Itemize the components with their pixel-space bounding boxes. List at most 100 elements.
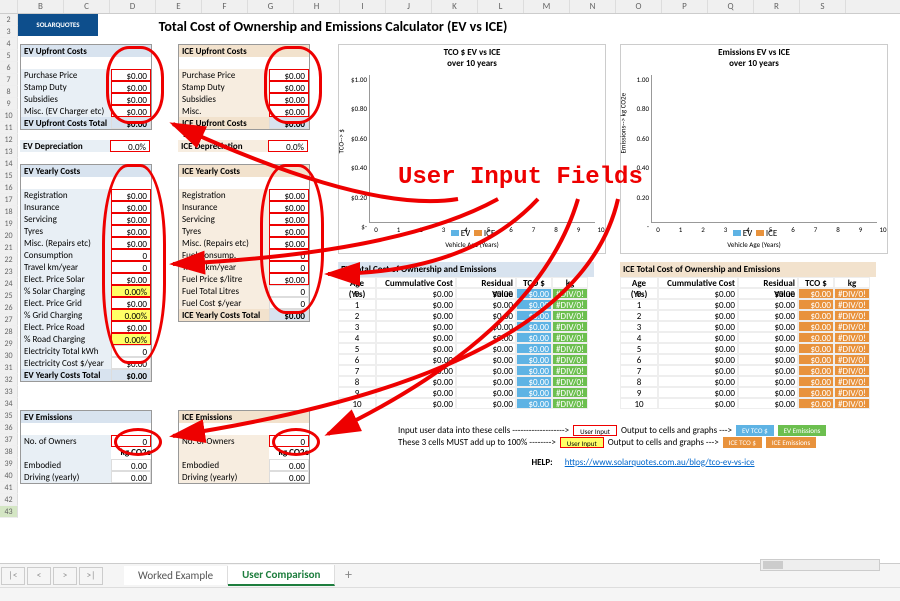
cost-input[interactable]: $0.00	[269, 273, 309, 285]
cost-label: Stamp Duty	[179, 81, 269, 93]
tab-last-button[interactable]: >|	[79, 567, 103, 585]
cost-input[interactable]: 0.00%	[111, 285, 151, 297]
cost-input[interactable]: $0.00	[111, 321, 151, 333]
cost-input[interactable]: 0	[269, 249, 309, 261]
ice-upfront-box: ICE Upfront Costs Purchase Price$0.00Sta…	[178, 44, 310, 130]
cost-input[interactable]: $0.00	[269, 105, 309, 117]
cost-input[interactable]: $0.00	[269, 189, 309, 201]
tab-next-button[interactable]: >	[53, 567, 77, 585]
cost-label: Servicing	[21, 213, 111, 225]
cost-input[interactable]: $0.00	[111, 225, 151, 237]
cost-input[interactable]: $0.00	[111, 213, 151, 225]
tab-worked-example[interactable]: Worked Example	[124, 566, 228, 585]
ice-upfront-total-label: ICE Upfront Costs Total	[179, 117, 269, 129]
add-sheet-button[interactable]: +	[336, 567, 360, 585]
cost-label: Fuel Price $/litre	[179, 273, 269, 285]
help-input-text: Input user data into these cells -------…	[398, 425, 569, 436]
cost-input[interactable]: $0.00	[111, 237, 151, 249]
cost-input[interactable]: $0.00	[269, 213, 309, 225]
cost-label: % Solar Charging	[21, 285, 111, 297]
help-legend: Input user data into these cells -------…	[398, 424, 888, 468]
ev-dep-input[interactable]: 0.0%	[110, 140, 150, 152]
table-row: 7$0.00$0.00$0.00#DIV/0!	[338, 365, 594, 376]
cost-label: Servicing	[179, 213, 269, 225]
ice-embodied-value: 0.00	[269, 459, 309, 471]
tab-prev-button[interactable]: <	[27, 567, 51, 585]
cost-input[interactable]: $0.00	[269, 93, 309, 105]
cost-label: % Road Charging	[21, 333, 111, 345]
cost-input[interactable]: $0.00	[111, 189, 151, 201]
cost-input[interactable]: $0.00	[111, 69, 151, 81]
cost-label: Stamp Duty	[21, 81, 111, 93]
sheet-tabs: |< < > >| Worked Example User Comparison…	[0, 563, 900, 587]
ev-tco-table-header: EV Total Cost of Ownership and Emissions	[338, 262, 594, 277]
cost-input[interactable]: 0	[111, 261, 151, 273]
emissions-chart[interactable]: Emissions EV vs ICEover 10 years 1.000.8…	[620, 44, 888, 254]
ice-dep-label: ICE Depreciation	[178, 140, 268, 152]
cost-label: Insurance	[179, 201, 269, 213]
ice-upfront-total-value: $0.00	[269, 117, 309, 129]
help-3cells-text: These 3 cells MUST add up to 100% ------…	[398, 437, 556, 448]
ice-tco-chip: ICE TCO $	[723, 437, 762, 448]
table-row: 0$0.00$0.00$0.00#DIV/0!	[620, 288, 876, 299]
cost-input[interactable]: $0.00	[269, 237, 309, 249]
cost-label: Consumption kWh/100	[21, 249, 111, 261]
table-row: 10$0.00$0.00$0.00#DIV/0!	[338, 398, 594, 409]
table-row: 5$0.00$0.00$0.00#DIV/0!	[338, 343, 594, 354]
table-row: 9$0.00$0.00$0.00#DIV/0!	[338, 387, 594, 398]
tab-user-comparison[interactable]: User Comparison	[228, 565, 335, 586]
ev-upfront-box: EV Upfront Costs Purchase Price$0.00Stam…	[20, 44, 152, 130]
cost-label: Elect. Price Solar $/kWh	[21, 273, 111, 285]
ev-owners-label: No. of Owners	[21, 435, 111, 447]
ice-dep-input[interactable]: 0.0%	[268, 140, 308, 152]
ice-yearly-box: ICE Yearly Costs Registration$0.00Insura…	[178, 164, 310, 322]
help-output1: Output to cells and graphs --->	[621, 425, 732, 436]
ice-upfront-header: ICE Upfront Costs	[179, 45, 309, 57]
help-link[interactable]: https://www.solarquotes.com.au/blog/tco-…	[565, 457, 755, 468]
cost-input[interactable]: $0.00	[111, 273, 151, 285]
horizontal-scrollbar[interactable]	[760, 559, 880, 571]
user-input-chip-2: User Input	[560, 437, 604, 448]
cost-input[interactable]: $0.00	[269, 201, 309, 213]
table-row: 4$0.00$0.00$0.00#DIV/0!	[338, 332, 594, 343]
ev-yearly-header: EV Yearly Costs	[21, 165, 151, 177]
ev-driving-label: Driving (yearly)	[21, 471, 111, 483]
cost-label: Misc. (Repairs etc)	[21, 237, 111, 249]
table-row: 9$0.00$0.00$0.00#DIV/0!	[620, 387, 876, 398]
cost-input[interactable]: 0.00%	[111, 333, 151, 345]
ice-yearly-header: ICE Yearly Costs	[179, 165, 309, 177]
ev-upfront-total-label: EV Upfront Costs Total	[21, 117, 111, 129]
help-label: HELP:	[531, 457, 552, 468]
cost-label: Misc.	[179, 105, 269, 117]
cost-input[interactable]: 0.00%	[111, 309, 151, 321]
ev-dep-label: EV Depreciation	[20, 140, 110, 152]
cost-label: Misc. (EV Charger etc)	[21, 105, 111, 117]
emissions-xlabel: Vehicle Age (Years)	[621, 240, 887, 249]
cost-input[interactable]: $0.00	[111, 105, 151, 117]
ice-em-chip: ICE Emissions	[766, 437, 816, 448]
cost-input[interactable]: $0.00	[269, 225, 309, 237]
cost-input[interactable]: $0.00	[269, 81, 309, 93]
ev-tco-table: EV Total Cost of Ownership and Emissions…	[338, 262, 594, 409]
ice-emissions-box: ICE Emissions No. of Owners0 kg CO2e Emb…	[178, 410, 310, 484]
cost-input: 0	[269, 285, 309, 297]
cost-label: Subsidies	[21, 93, 111, 105]
cost-input[interactable]: $0.00	[111, 81, 151, 93]
tab-first-button[interactable]: |<	[1, 567, 25, 585]
cost-input[interactable]: $0.00	[111, 297, 151, 309]
status-bar	[0, 587, 900, 601]
ice-owners-input[interactable]: 0	[269, 435, 309, 447]
ice-emissions-header: ICE Emissions	[179, 411, 309, 423]
cost-input[interactable]: 0	[111, 249, 151, 261]
tco-legend: EV ICE	[339, 228, 605, 239]
cost-input[interactable]: 0	[269, 261, 309, 273]
cost-input[interactable]: $0.00	[269, 69, 309, 81]
cost-label: Fuel Cost $/year	[179, 297, 269, 309]
cost-input[interactable]: $0.00	[111, 93, 151, 105]
ev-emissions-header: EV Emissions	[21, 411, 151, 423]
ice-embodied-label: Embodied (manufacture)	[179, 459, 269, 471]
table-row: 4$0.00$0.00$0.00#DIV/0!	[620, 332, 876, 343]
cost-input[interactable]: $0.00	[111, 201, 151, 213]
tco-chart[interactable]: TCO $ EV vs ICEover 10 years $1.00$0.80$…	[338, 44, 606, 254]
ev-owners-input[interactable]: 0	[111, 435, 151, 447]
